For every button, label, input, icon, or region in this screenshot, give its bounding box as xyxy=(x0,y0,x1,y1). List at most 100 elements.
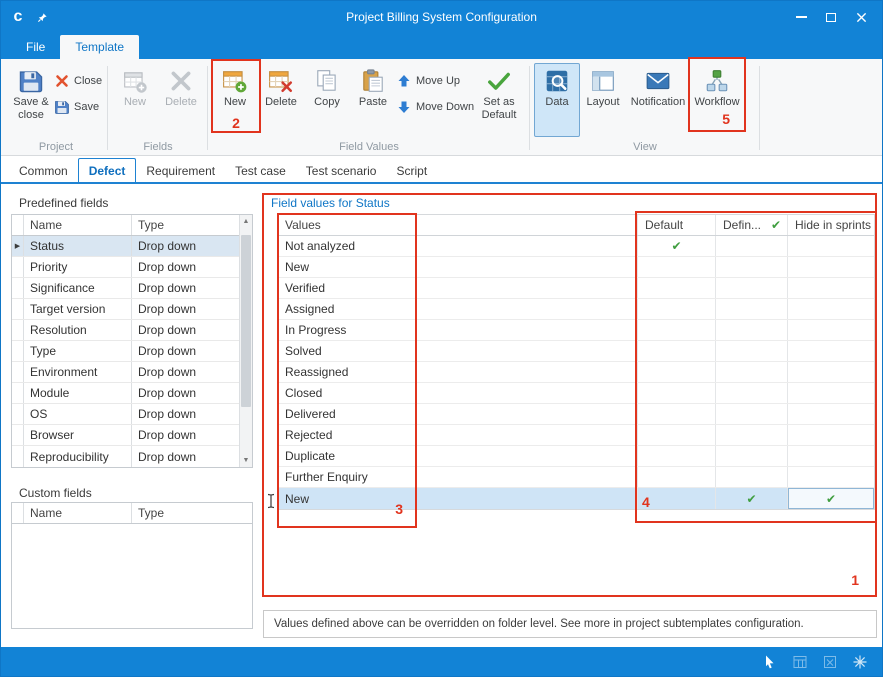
move-down-button[interactable]: Move Down xyxy=(396,98,472,116)
ribbon-tab-template[interactable]: Template xyxy=(60,35,139,59)
paste-button[interactable]: Paste xyxy=(350,63,396,137)
value-row[interactable]: In Progress xyxy=(278,320,874,341)
cell-default-check[interactable] xyxy=(638,467,716,487)
column-header-type[interactable]: Type xyxy=(132,215,239,235)
cell-default-check[interactable] xyxy=(638,299,716,319)
table-row[interactable]: Module Drop down xyxy=(12,383,239,404)
cell-value[interactable]: Verified xyxy=(278,278,638,298)
cell-defined-check[interactable] xyxy=(716,404,788,424)
cell-value[interactable]: In Progress xyxy=(278,320,638,340)
value-row[interactable]: New xyxy=(278,257,874,278)
column-header-name[interactable]: Name xyxy=(24,503,132,523)
scroll-thumb[interactable] xyxy=(241,235,251,407)
cell-type[interactable]: Drop down xyxy=(132,341,239,361)
value-row[interactable]: Verified xyxy=(278,278,874,299)
cell-type[interactable]: Drop down xyxy=(132,383,239,403)
cell-hide-check[interactable] xyxy=(788,341,874,361)
value-row[interactable]: Further Enquiry xyxy=(278,467,874,488)
cell-value[interactable]: Delivered xyxy=(278,404,638,424)
cell-defined-check[interactable] xyxy=(716,320,788,340)
cell-defined-check[interactable] xyxy=(716,467,788,487)
cell-default-check[interactable] xyxy=(638,446,716,466)
table-row[interactable]: Browser Drop down xyxy=(12,425,239,446)
cell-type[interactable]: Drop down xyxy=(132,278,239,298)
cell-default-check[interactable] xyxy=(638,320,716,340)
cell-hide-check[interactable] xyxy=(788,320,874,340)
cell-default-check[interactable] xyxy=(638,488,716,509)
cell-value[interactable]: Closed xyxy=(278,383,638,403)
value-row[interactable]: Rejected xyxy=(278,425,874,446)
table-row[interactable]: OS Drop down xyxy=(12,404,239,425)
cell-name[interactable]: Target version xyxy=(24,299,132,319)
export-icon[interactable] xyxy=(822,654,838,670)
cell-default-check[interactable] xyxy=(638,341,716,361)
cell-defined-check[interactable] xyxy=(716,383,788,403)
maximize-button[interactable] xyxy=(816,4,846,30)
column-header-type[interactable]: Type xyxy=(132,503,252,523)
cell-value[interactable]: Reassigned xyxy=(278,362,638,382)
cell-name[interactable]: Browser xyxy=(24,425,132,445)
save-button[interactable]: Save xyxy=(54,98,102,116)
move-up-button[interactable]: Move Up xyxy=(396,72,472,90)
tab-test-case[interactable]: Test case xyxy=(225,159,296,182)
cell-value[interactable]: Not analyzed xyxy=(278,236,638,256)
cell-type[interactable]: Drop down xyxy=(132,404,239,424)
cell-hide-check[interactable] xyxy=(788,257,874,277)
cell-name[interactable]: Module xyxy=(24,383,132,403)
table-row[interactable]: Target version Drop down xyxy=(12,299,239,320)
cell-default-check[interactable] xyxy=(638,425,716,445)
pin-icon[interactable] xyxy=(37,12,48,23)
cell-hide-check[interactable] xyxy=(788,278,874,298)
cell-hide-check[interactable] xyxy=(788,425,874,445)
value-row[interactable]: Solved xyxy=(278,341,874,362)
cell-value[interactable]: Duplicate xyxy=(278,446,638,466)
cell-default-check[interactable] xyxy=(638,257,716,277)
cell-name[interactable]: OS xyxy=(24,404,132,424)
table-row[interactable]: Type Drop down xyxy=(12,341,239,362)
cell-defined-check[interactable] xyxy=(716,425,788,445)
scroll-down-button[interactable]: ▼ xyxy=(243,457,250,464)
cell-hide-check[interactable] xyxy=(788,383,874,403)
close-button[interactable]: Close xyxy=(54,72,102,90)
cell-default-check[interactable] xyxy=(638,383,716,403)
column-header-defined[interactable]: Defin... ✔ xyxy=(716,215,788,235)
layout-view-button[interactable]: Layout xyxy=(580,63,626,137)
tab-script[interactable]: Script xyxy=(386,159,437,182)
cell-type[interactable]: Drop down xyxy=(132,425,239,445)
cell-hide-check[interactable] xyxy=(788,236,874,256)
cell-type[interactable]: Drop down xyxy=(132,446,239,467)
cell-defined-check[interactable] xyxy=(716,257,788,277)
tab-requirement[interactable]: Requirement xyxy=(136,159,225,182)
cell-hide-check[interactable] xyxy=(788,467,874,487)
window-close-button[interactable] xyxy=(846,4,876,30)
cell-hide-check[interactable] xyxy=(788,362,874,382)
cell-default-check[interactable] xyxy=(638,362,716,382)
cell-defined-check[interactable] xyxy=(716,278,788,298)
cursor-icon[interactable] xyxy=(762,654,778,670)
cell-default-check[interactable]: ✔ xyxy=(638,236,716,256)
cell-name[interactable]: Resolution xyxy=(24,320,132,340)
tab-defect[interactable]: Defect xyxy=(78,158,137,182)
grid-view-icon[interactable] xyxy=(792,654,808,670)
cell-defined-check[interactable] xyxy=(716,446,788,466)
save-and-close-button[interactable]: Save & close xyxy=(8,63,54,137)
cell-value[interactable]: Solved xyxy=(278,341,638,361)
cell-defined-check[interactable] xyxy=(716,341,788,361)
values-new-button[interactable]: New xyxy=(212,63,258,137)
value-row[interactable]: Reassigned xyxy=(278,362,874,383)
cell-type[interactable]: Drop down xyxy=(132,362,239,382)
cell-value[interactable]: New xyxy=(278,257,638,277)
cell-name[interactable]: Status xyxy=(24,236,132,256)
cell-value[interactable]: New xyxy=(278,488,638,509)
cell-value[interactable]: Assigned xyxy=(278,299,638,319)
cell-type[interactable]: Drop down xyxy=(132,236,239,256)
value-row[interactable]: Closed xyxy=(278,383,874,404)
notification-view-button[interactable]: Notification xyxy=(626,63,690,137)
column-header-values[interactable]: Values xyxy=(278,215,638,235)
ribbon-tab-file[interactable]: File xyxy=(11,35,60,59)
cell-name[interactable]: Reproducibility xyxy=(24,446,132,467)
cell-hide-check[interactable] xyxy=(788,299,874,319)
values-delete-button[interactable]: Delete xyxy=(258,63,304,137)
cell-name[interactable]: Significance xyxy=(24,278,132,298)
tab-test-scenario[interactable]: Test scenario xyxy=(296,159,387,182)
